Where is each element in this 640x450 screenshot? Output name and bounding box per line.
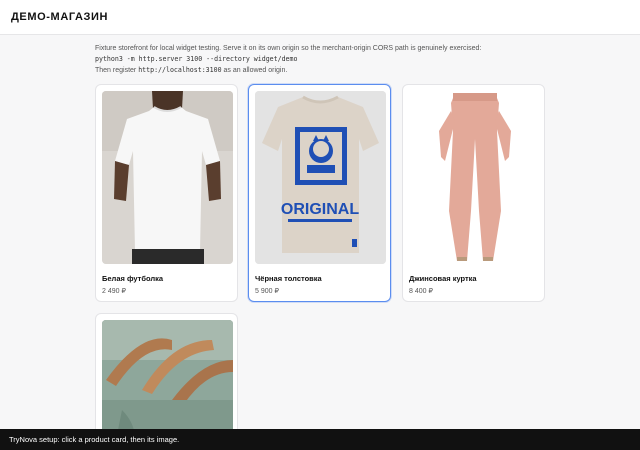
pink-pants-image — [409, 91, 540, 264]
product-price: 2 490 ₽ — [102, 288, 126, 295]
register-line: Then register http://localhost:3100 as a… — [95, 66, 288, 74]
white-tshirt-image — [102, 91, 233, 264]
intro-text: Fixture storefront for local widget test… — [95, 43, 555, 76]
product-card[interactable]: Белая футболка 2 490 ₽ — [95, 84, 238, 302]
serve-command: python3 -m http.server 3100 --directory … — [95, 55, 298, 63]
top-bar: ДЕМО-МАГАЗИН — [0, 0, 640, 35]
product-price: 5 900 ₽ — [255, 288, 279, 295]
product-image[interactable] — [409, 91, 540, 264]
print-text: ORIGINAL — [281, 201, 359, 218]
product-image[interactable]: ORIGINAL — [255, 91, 386, 264]
store-logo-title: ДЕМО-МАГАЗИН — [11, 11, 109, 23]
product-price: 8 400 ₽ — [409, 288, 433, 295]
product-name: Чёрная толстовка — [255, 274, 322, 283]
product-name: Джинсовая куртка — [409, 274, 477, 283]
product-name: Белая футболка — [102, 274, 164, 283]
setup-toast: TryNova setup: click a product card, the… — [0, 429, 640, 450]
product-image[interactable] — [102, 91, 233, 264]
intro-line: Fixture storefront for local widget test… — [95, 45, 482, 52]
origin-url: http://localhost:3100 — [138, 66, 222, 74]
original-tshirt-image: ORIGINAL — [255, 91, 386, 264]
product-card[interactable]: Джинсовая куртка 8 400 ₽ — [402, 84, 545, 302]
product-card-selected[interactable]: ORIGINAL Чёрная толстовка 5 900 ₽ — [248, 84, 391, 302]
